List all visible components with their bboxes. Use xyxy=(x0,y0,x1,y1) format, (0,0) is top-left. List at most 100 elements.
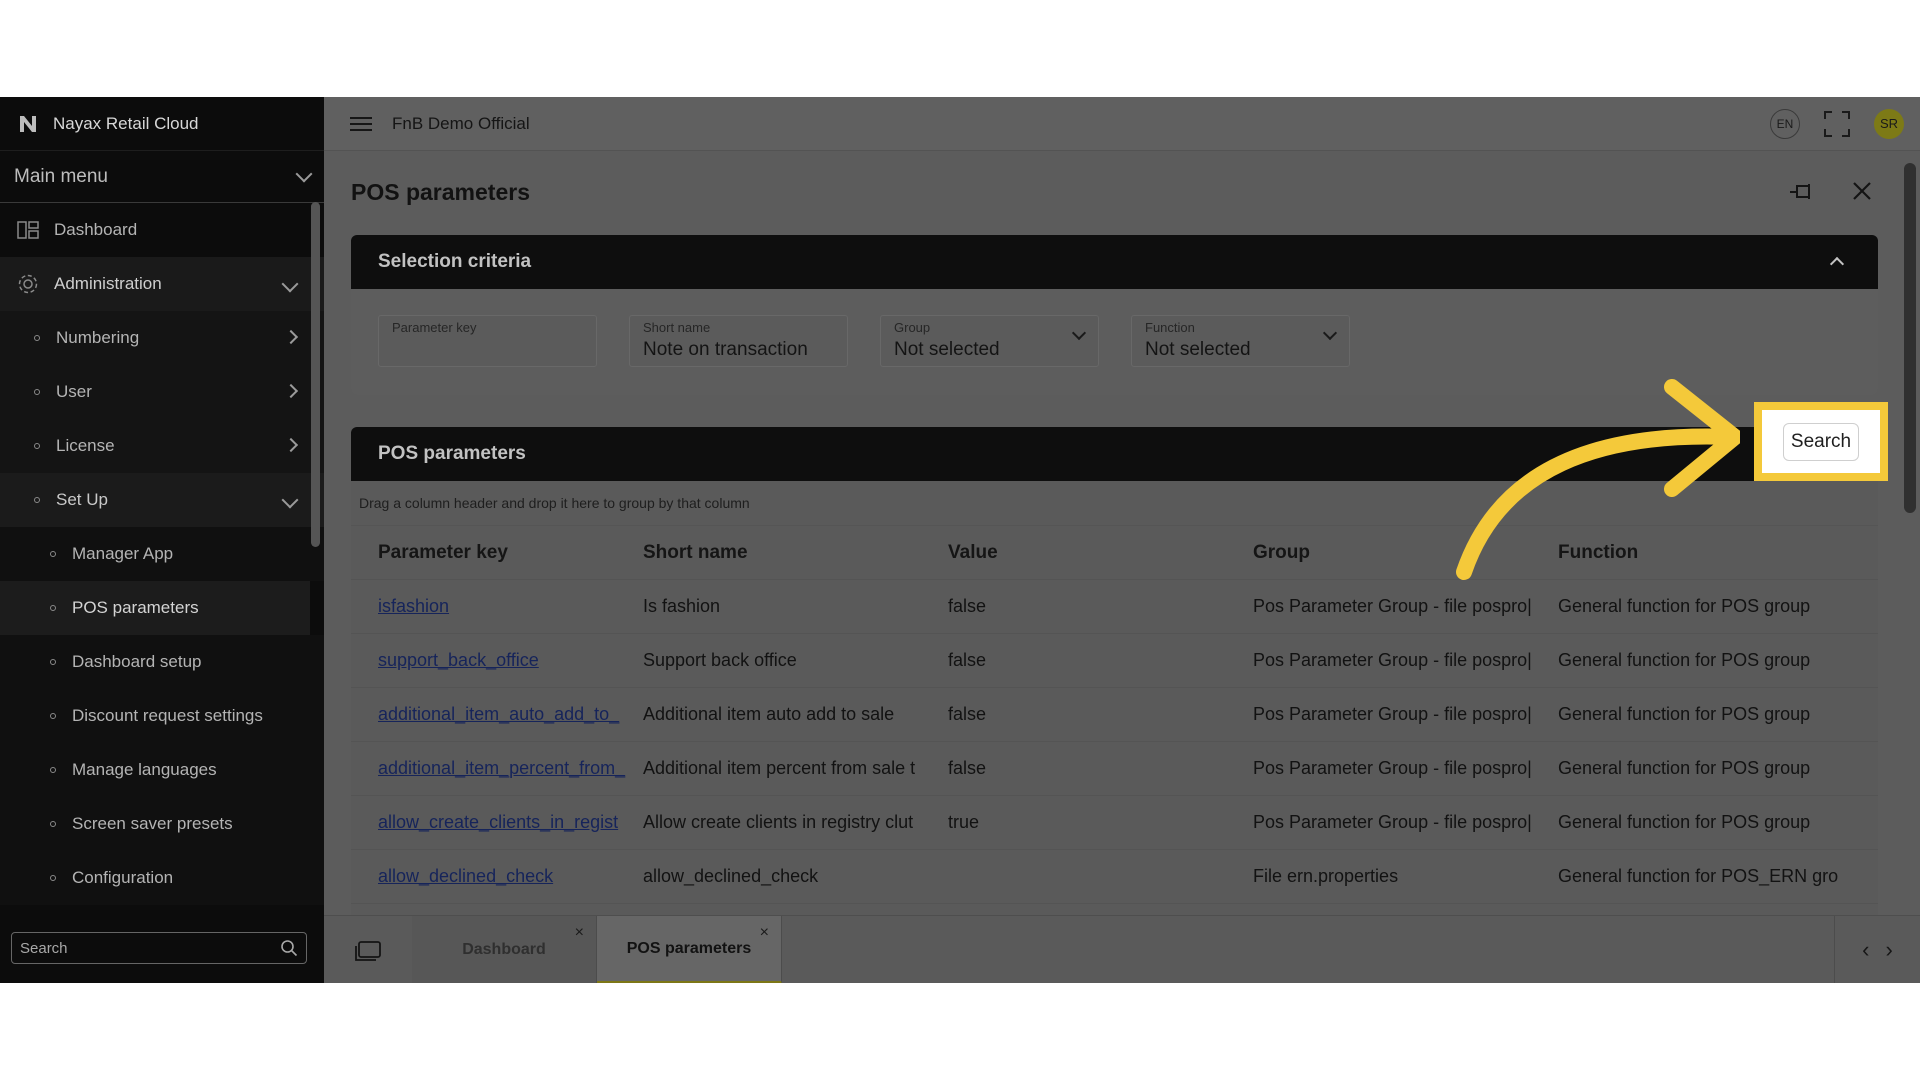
cell: false xyxy=(948,704,987,724)
cell: Additional item percent from sale t xyxy=(643,758,916,778)
bullet-icon xyxy=(34,497,40,503)
sidebar-scrollbar[interactable] xyxy=(311,202,320,547)
table-row[interactable]: allow_create_clients_in_regist Allow cre… xyxy=(351,796,1878,850)
grid-title: POS parameters xyxy=(378,443,526,464)
sidebar-item-label: Manager App xyxy=(72,544,174,563)
table-row[interactable]: additional_item_auto_add_to_ Additional … xyxy=(351,688,1878,742)
parameter-key-link[interactable]: isfashion xyxy=(378,596,449,616)
brand: Nayax Retail Cloud xyxy=(0,97,324,151)
cell: Additional item auto add to sale xyxy=(643,704,895,724)
column-header[interactable]: Group xyxy=(1253,542,1558,564)
user-avatar[interactable]: SR xyxy=(1874,108,1904,139)
parameter-key-link[interactable]: support_back_office xyxy=(378,650,539,670)
language-selector[interactable]: EN xyxy=(1770,108,1800,139)
sidebar-item-manage-languages[interactable]: Manage languages xyxy=(0,743,324,797)
field-label: Function xyxy=(1145,320,1195,335)
sidebar-item-license[interactable]: License xyxy=(0,419,324,473)
sidebar-item-label: Administration xyxy=(54,274,162,293)
function-select[interactable]: Function Not selected xyxy=(1131,315,1350,367)
fullscreen-icon[interactable] xyxy=(1824,110,1850,137)
bullet-icon xyxy=(34,443,40,449)
group-drop-area[interactable]: Drag a column header and drop it here to… xyxy=(351,481,1878,526)
sidebar-item-label: Dashboard xyxy=(54,220,138,239)
cell: Pos Parameter Group - file pospro| xyxy=(1253,650,1532,670)
selection-criteria-title: Selection criteria xyxy=(378,251,532,272)
cell: allow_declined_check xyxy=(643,866,819,886)
sidebar-item-dashboard-setup[interactable]: Dashboard setup xyxy=(0,635,324,689)
column-header[interactable]: Function xyxy=(1558,542,1878,564)
selection-criteria-panel: Selection criteria Parameter key Short n… xyxy=(351,235,1878,395)
search-button[interactable]: Search xyxy=(1782,422,1860,461)
parameter-key-field[interactable]: Parameter key xyxy=(378,315,597,367)
bullet-icon xyxy=(50,875,56,881)
table-row[interactable]: allow_declined_check allow_declined_chec… xyxy=(351,850,1878,904)
cell: General function for POS group xyxy=(1558,650,1811,670)
sidebar-nav: Dashboard Administration Numbering User xyxy=(0,203,324,905)
close-tab-icon[interactable]: × xyxy=(760,924,769,942)
table-header-row: Parameter key Short name Value Group Fun… xyxy=(351,526,1878,580)
sidebar-item-setup[interactable]: Set Up xyxy=(0,473,324,527)
main-scrollbar[interactable] xyxy=(1904,163,1916,513)
tab-dashboard[interactable]: Dashboard × xyxy=(412,916,597,983)
sidebar-item-administration[interactable]: Administration xyxy=(0,257,324,311)
sidebar-item-label: POS parameters xyxy=(72,598,199,617)
chevron-right-icon[interactable]: › xyxy=(1886,937,1893,963)
sidebar-search-input[interactable] xyxy=(20,939,260,957)
sidebar-item-screen-saver-presets[interactable]: Screen saver presets xyxy=(0,797,324,851)
close-tab-icon[interactable]: × xyxy=(575,924,584,942)
cell: General function for POS group xyxy=(1558,758,1811,778)
sidebar-item-manager-app[interactable]: Manager App xyxy=(0,527,324,581)
tab-pos-parameters[interactable]: POS parameters × xyxy=(597,916,782,983)
cell: false xyxy=(948,650,987,670)
windows-icon[interactable] xyxy=(355,941,381,961)
pin-icon[interactable] xyxy=(1789,181,1817,203)
short-name-field[interactable]: Short name Note on transaction xyxy=(629,315,848,367)
main-content: FnB Demo Official EN SR POS parameters S… xyxy=(324,97,1920,983)
main-menu-label: Main menu xyxy=(14,165,108,187)
close-icon[interactable] xyxy=(1852,181,1872,201)
column-header[interactable]: Parameter key xyxy=(351,542,643,564)
bullet-icon xyxy=(50,659,56,665)
cell: true xyxy=(948,812,980,832)
field-value: Not selected xyxy=(1145,339,1251,360)
field-value: Not selected xyxy=(894,339,1000,360)
cell: Allow create clients in registry clut xyxy=(643,812,914,832)
sidebar-item-dashboard[interactable]: Dashboard xyxy=(0,203,324,257)
sidebar-item-numbering[interactable]: Numbering xyxy=(0,311,324,365)
group-select[interactable]: Group Not selected xyxy=(880,315,1099,367)
parameter-key-link[interactable]: allow_declined_check xyxy=(378,866,553,886)
selection-criteria-header[interactable]: Selection criteria xyxy=(351,235,1878,289)
chevron-down-icon xyxy=(295,165,313,182)
field-label: Group xyxy=(894,320,931,335)
parameter-key-link[interactable]: additional_item_auto_add_to_ xyxy=(378,704,619,724)
sidebar-item-label: Manage languages xyxy=(72,760,217,779)
sidebar-item-label: Dashboard setup xyxy=(72,652,202,671)
column-header[interactable]: Short name xyxy=(643,542,948,564)
chevron-right-icon xyxy=(283,437,299,453)
table-row[interactable]: support_back_office Support back office … xyxy=(351,634,1878,688)
cell: false xyxy=(948,758,987,778)
chevron-left-icon[interactable]: ‹ xyxy=(1862,937,1869,963)
table-row[interactable]: isfashion Is fashion false Pos Parameter… xyxy=(351,580,1878,634)
sidebar-item-label: Screen saver presets xyxy=(72,814,233,833)
parameter-key-link[interactable]: allow_create_clients_in_regist xyxy=(378,812,618,832)
parameter-key-link[interactable]: additional_item_percent_from_ xyxy=(378,758,625,778)
main-menu-toggle[interactable]: Main menu xyxy=(0,151,324,203)
cell: false xyxy=(948,596,987,616)
sidebar-item-user[interactable]: User xyxy=(0,365,324,419)
chevron-right-icon xyxy=(283,329,299,345)
cell: General function for POS group xyxy=(1558,812,1811,832)
search-highlight: Search xyxy=(1754,402,1888,481)
field-label: Short name xyxy=(643,320,711,335)
field-label: Parameter key xyxy=(392,320,477,335)
tab-navigation: ‹ › xyxy=(1834,916,1920,983)
pos-parameters-grid: POS parameters Drag a column header and … xyxy=(351,427,1878,927)
column-header[interactable]: Value xyxy=(948,542,1253,564)
hamburger-menu-icon[interactable] xyxy=(350,113,372,135)
bullet-icon xyxy=(50,713,56,719)
table-row[interactable]: additional_item_percent_from_ Additional… xyxy=(351,742,1878,796)
sidebar-item-configuration[interactable]: Configuration xyxy=(0,851,324,905)
sidebar-item-discount-request-settings[interactable]: Discount request settings xyxy=(0,689,324,743)
sidebar-item-pos-parameters[interactable]: POS parameters xyxy=(0,581,310,635)
search-icon[interactable] xyxy=(280,939,298,957)
